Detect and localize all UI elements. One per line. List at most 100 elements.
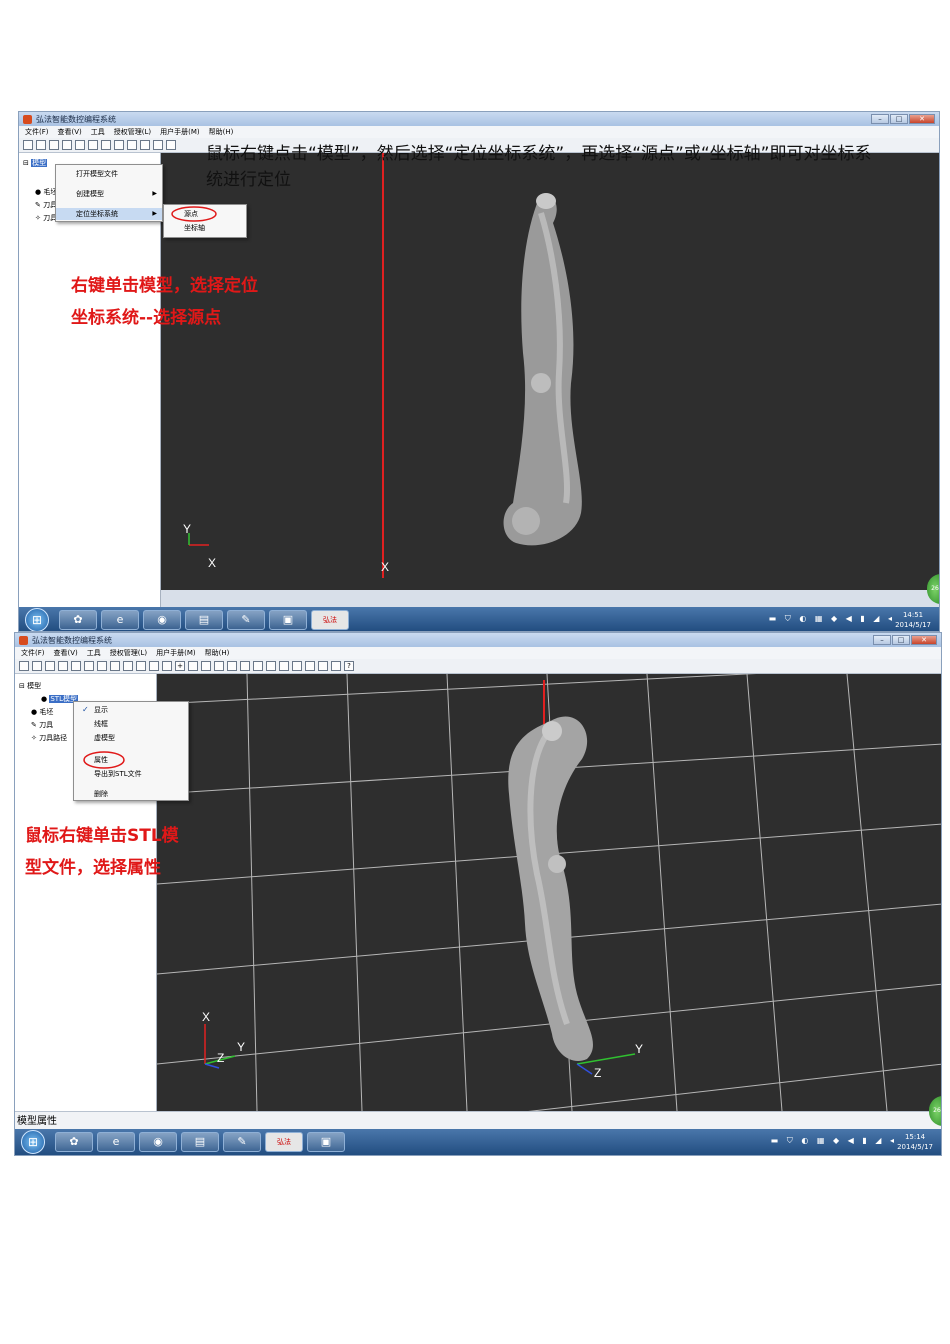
context-menu: 打开模型文件 创建模型 ▶ 定位坐标系统 ▶ — [55, 164, 163, 222]
view-left-icon[interactable] — [114, 140, 124, 150]
menu-view[interactable]: 查看(V) — [58, 127, 82, 137]
open-file-icon[interactable] — [36, 140, 46, 150]
start-button[interactable]: ⊞ — [25, 608, 49, 631]
cam-app-icon[interactable]: 弘法 — [311, 610, 349, 630]
maximize-button[interactable]: □ — [892, 635, 910, 645]
tree-item-tool[interactable]: ✎ 刀具 — [35, 200, 57, 210]
menu-item-locate-coord[interactable]: 定位坐标系统 ▶ — [56, 208, 162, 220]
taskbar-app-icon[interactable]: ✿ — [59, 610, 97, 630]
menu-item-create-model[interactable]: 创建模型 ▶ — [56, 188, 162, 200]
menu-tools[interactable]: 工具 — [91, 127, 105, 137]
menu-manual[interactable]: 用户手册(M) — [160, 127, 200, 137]
start-button[interactable]: ⊞ — [21, 1130, 45, 1154]
taskbar-app-icon[interactable]: ✿ — [55, 1132, 93, 1152]
cam-app-icon[interactable]: 弘法 — [265, 1132, 303, 1152]
menu-manual[interactable]: 用户手册(M) — [156, 648, 196, 658]
cam-app-label: 弘法 — [277, 1138, 291, 1146]
tree-item-blank[interactable]: ● 毛坯 — [31, 707, 53, 717]
menu-item-virtual-model[interactable]: 虚模型 — [74, 732, 188, 744]
menu-item-label: 打开模型文件 — [76, 170, 118, 178]
submenu-arrow-icon: ▶ — [152, 210, 157, 217]
view-front-icon[interactable] — [88, 140, 98, 150]
import-icon[interactable] — [58, 661, 68, 671]
shade-icon[interactable] — [188, 661, 198, 671]
menu-help[interactable]: 帮助(H) — [205, 648, 230, 658]
view-grid-icon[interactable] — [71, 661, 81, 671]
view-back-icon[interactable] — [101, 140, 111, 150]
view-back-icon[interactable] — [97, 661, 107, 671]
ie-icon[interactable]: e — [97, 1132, 135, 1152]
view-iso-icon[interactable] — [162, 661, 172, 671]
menu-item-axis[interactable]: 坐标轴 — [164, 222, 246, 234]
tree-label: 模型 — [31, 159, 48, 167]
tree-item-tool[interactable]: ✎ 刀具 — [31, 720, 53, 730]
path-icon[interactable] — [253, 661, 263, 671]
window-icon[interactable]: ▣ — [269, 610, 307, 630]
table-icon[interactable] — [266, 661, 276, 671]
folder-icon[interactable]: ▤ — [185, 610, 223, 630]
axis-label-x: X — [202, 1010, 211, 1024]
3d-viewport[interactable]: Y X X — [161, 153, 939, 590]
menu-file[interactable]: 文件(F) — [25, 127, 49, 137]
browser-icon[interactable]: ◉ — [143, 610, 181, 630]
tree-item-toolpath[interactable]: ✧ 刀具路径 — [31, 733, 67, 743]
menubar: 文件(F) 查看(V) 工具 授权管理(L) 用户手册(M) 帮助(H) — [15, 647, 941, 659]
open-file-icon[interactable] — [32, 661, 42, 671]
view-bottom-icon[interactable] — [153, 140, 163, 150]
menu-tools[interactable]: 工具 — [87, 648, 101, 658]
view-left-icon[interactable] — [110, 661, 120, 671]
chart2-icon[interactable] — [292, 661, 302, 671]
paint-icon[interactable]: ✎ — [223, 1132, 261, 1152]
view-top-icon[interactable] — [136, 661, 146, 671]
move-icon[interactable]: + — [175, 661, 185, 671]
menu-item-wireframe[interactable]: 线框 — [74, 718, 188, 730]
maximize-button[interactable]: □ — [890, 114, 908, 124]
color-icon[interactable] — [240, 661, 250, 671]
export-icon[interactable] — [318, 661, 328, 671]
tree-item-blank[interactable]: ● 毛坯 — [35, 187, 57, 197]
minimize-button[interactable]: – — [871, 114, 889, 124]
paint-icon[interactable]: ✎ — [227, 610, 265, 630]
close-button[interactable]: ✕ — [909, 114, 935, 124]
menu-item-delete[interactable]: 删除 — [74, 788, 188, 800]
box-icon[interactable] — [214, 661, 224, 671]
import-icon[interactable] — [62, 140, 72, 150]
save-icon[interactable] — [49, 140, 59, 150]
save-icon[interactable] — [45, 661, 55, 671]
clock[interactable]: 15:14 2014/5/17 — [897, 1132, 933, 1152]
floating-widget-icon[interactable]: 26 — [927, 574, 939, 604]
menu-view[interactable]: 查看(V) — [54, 648, 78, 658]
view-right-icon[interactable] — [123, 661, 133, 671]
new-file-icon[interactable] — [19, 661, 29, 671]
menu-item-show[interactable]: 显示 — [74, 704, 188, 716]
help-icon[interactable]: ? — [344, 661, 354, 671]
minimize-button[interactable]: – — [873, 635, 891, 645]
menu-help[interactable]: 帮助(H) — [209, 127, 234, 137]
ie-icon[interactable]: e — [101, 610, 139, 630]
cylinder-icon[interactable] — [201, 661, 211, 671]
view-right-icon[interactable] — [127, 140, 137, 150]
stack-icon[interactable] — [331, 661, 341, 671]
axis-label-x: X — [208, 556, 217, 570]
new-file-icon[interactable] — [23, 140, 33, 150]
chart-icon[interactable] — [279, 661, 289, 671]
tree-item-model[interactable]: ⊟ 模型 — [19, 681, 41, 691]
tree-item-model[interactable]: ⊟ 模型 — [23, 158, 48, 168]
folder-icon[interactable]: ▤ — [181, 1132, 219, 1152]
list-icon[interactable] — [227, 661, 237, 671]
menu-file[interactable]: 文件(F) — [21, 648, 45, 658]
view-grid-icon[interactable] — [75, 140, 85, 150]
3d-viewport[interactable]: X Y Z Y Z — [157, 674, 941, 1111]
menu-item-open-model[interactable]: 打开模型文件 — [56, 168, 162, 180]
view-top-icon[interactable] — [140, 140, 150, 150]
browser-icon[interactable]: ◉ — [139, 1132, 177, 1152]
view-bottom-icon[interactable] — [149, 661, 159, 671]
view-iso-icon[interactable] — [166, 140, 176, 150]
menu-license[interactable]: 授权管理(L) — [114, 127, 151, 137]
clock[interactable]: 14:51 2014/5/17 — [895, 610, 931, 630]
view-front-icon[interactable] — [84, 661, 94, 671]
close-button[interactable]: ✕ — [911, 635, 937, 645]
menu-license[interactable]: 授权管理(L) — [110, 648, 147, 658]
chart3-icon[interactable] — [305, 661, 315, 671]
window-icon[interactable]: ▣ — [307, 1132, 345, 1152]
